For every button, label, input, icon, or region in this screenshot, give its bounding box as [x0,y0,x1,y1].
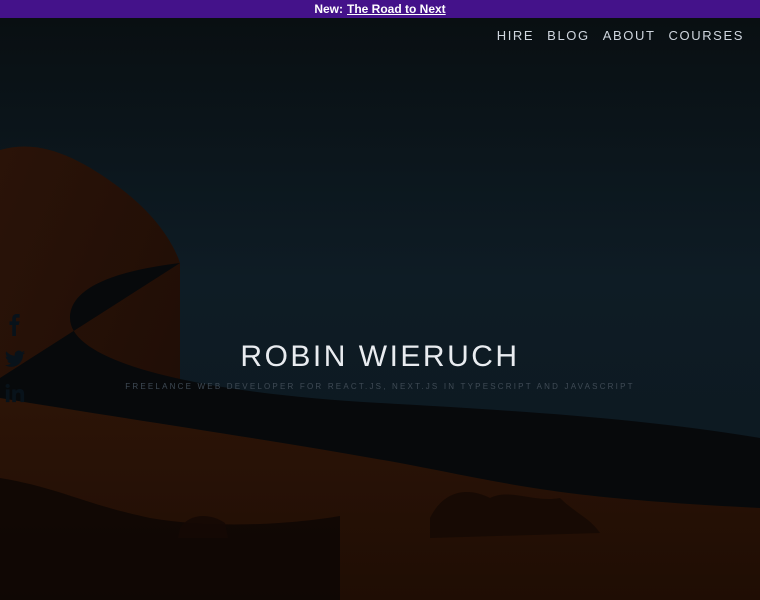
banner-link[interactable]: The Road to Next [347,2,446,16]
hero-subtitle: Freelance Web Developer for React.js, Ne… [125,382,635,391]
nav-item-courses[interactable]: COURSES [669,28,745,43]
linkedin-icon [5,383,25,403]
announcement-banner: New: The Road to Next [0,0,760,18]
hero-title: ROBIN WIERUCH [240,340,520,373]
nav-item-about[interactable]: ABOUT [603,28,656,43]
nav-item-hire[interactable]: HIRE [497,28,534,43]
linkedin-link[interactable] [4,382,26,404]
banner-prefix: New: [314,2,343,16]
hero-background [0,18,760,600]
social-links [4,314,26,404]
nav-item-blog[interactable]: BLOG [547,28,590,43]
facebook-icon [9,314,20,336]
twitter-link[interactable] [4,348,26,370]
desert-dunes-image [0,18,760,600]
main-nav: HIRE BLOG ABOUT COURSES [497,28,744,43]
twitter-icon [4,350,26,367]
facebook-link[interactable] [4,314,26,336]
